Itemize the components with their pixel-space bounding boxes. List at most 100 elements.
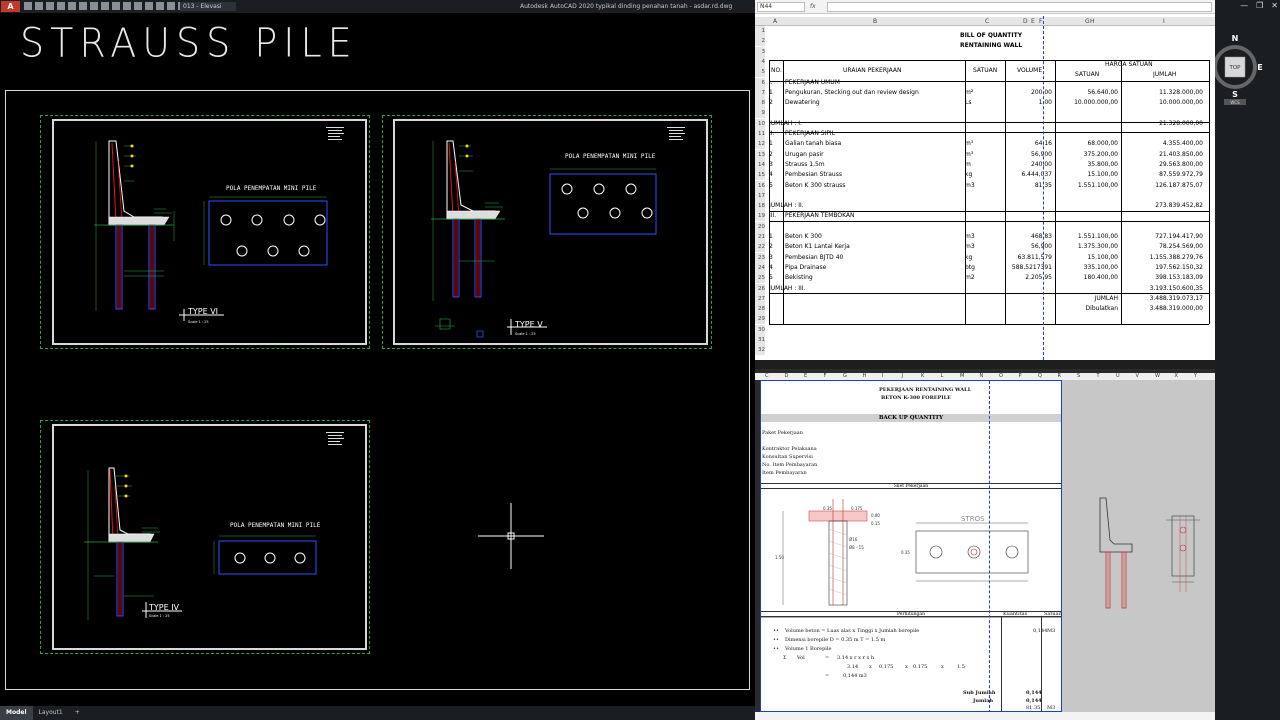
cell-e[interactable]: 68.000,00 bbox=[1055, 139, 1121, 149]
row-number[interactable]: 25 bbox=[755, 273, 765, 284]
cell-f[interactable]: 3.488.319.000,00 bbox=[1121, 304, 1206, 314]
backup-col-header[interactable]: G bbox=[843, 373, 847, 379]
cell-c[interactable]: m bbox=[965, 160, 1005, 170]
cell-d[interactable]: 56,900 bbox=[1005, 150, 1055, 160]
row-number[interactable]: 15 bbox=[755, 170, 765, 181]
cell-d[interactable]: 468,83 bbox=[1005, 232, 1055, 242]
cell-d[interactable]: 56,900 bbox=[1005, 242, 1055, 252]
name-box[interactable]: N44 bbox=[757, 2, 805, 12]
row-number[interactable]: 12 bbox=[755, 139, 765, 150]
col-a[interactable]: A bbox=[773, 18, 777, 25]
backup-col-header[interactable]: I bbox=[882, 373, 883, 379]
backup-col-header[interactable]: L bbox=[941, 373, 944, 379]
row-number[interactable]: 3 bbox=[755, 46, 765, 57]
col-i[interactable]: I bbox=[1163, 18, 1165, 25]
new-icon[interactable] bbox=[24, 2, 32, 10]
col-c[interactable]: C bbox=[985, 18, 989, 25]
save-as-icon[interactable] bbox=[57, 2, 65, 10]
row-number[interactable]: 30 bbox=[755, 324, 765, 335]
cell-b[interactable]: Bekisting bbox=[785, 273, 965, 283]
row-number[interactable]: 23 bbox=[755, 252, 765, 263]
backup-col-header[interactable]: E bbox=[804, 373, 807, 379]
cell-d[interactable]: 2.205,95 bbox=[1005, 273, 1055, 283]
layer-icon[interactable] bbox=[145, 2, 153, 10]
cell-f[interactable]: 3.193.150.600,35 bbox=[1121, 284, 1206, 294]
cell-f[interactable]: 29.563.800,00 bbox=[1121, 160, 1206, 170]
row-number[interactable]: 6 bbox=[755, 77, 765, 88]
row-number[interactable]: 19 bbox=[755, 211, 765, 222]
backup-col-header[interactable]: T bbox=[1097, 373, 1100, 379]
cell-c[interactable]: m³ bbox=[965, 150, 1005, 160]
cell-b[interactable]: Dewatering bbox=[785, 98, 965, 108]
minimize-icon[interactable]: — bbox=[1240, 1, 1248, 10]
row-number[interactable]: 14 bbox=[755, 159, 765, 170]
publish-icon[interactable] bbox=[123, 2, 131, 10]
plot-icon[interactable] bbox=[79, 2, 87, 10]
cell-d[interactable]: 200,00 bbox=[1005, 88, 1055, 98]
cell-b[interactable]: PEKERJAAN SIPIL bbox=[785, 129, 965, 139]
cell-b[interactable]: Beton K 300 strauss bbox=[785, 181, 965, 191]
cell-f[interactable]: 3.488.319.073,17 bbox=[1121, 294, 1206, 304]
cell-f[interactable]: 21.403.850,00 bbox=[1121, 150, 1206, 160]
row-number[interactable]: 9 bbox=[755, 108, 765, 119]
row-number[interactable]: 24 bbox=[755, 262, 765, 273]
row-number[interactable]: 8 bbox=[755, 98, 765, 109]
cell-c[interactable]: Ls bbox=[965, 98, 1005, 108]
col-b[interactable]: B bbox=[873, 18, 877, 25]
cell-e[interactable]: 335.100,00 bbox=[1055, 263, 1121, 273]
backup-col-header[interactable]: U bbox=[1116, 373, 1120, 379]
row-number[interactable]: 32 bbox=[755, 345, 765, 356]
cell-e[interactable]: 1.551.100,00 bbox=[1055, 232, 1121, 242]
row-number[interactable]: 13 bbox=[755, 149, 765, 160]
model-viewport[interactable]: STRAUSS PILE POLA PENEMPATAN MINI PILE T… bbox=[0, 13, 755, 706]
formula-input[interactable] bbox=[827, 2, 1212, 12]
backup-col-header[interactable]: D bbox=[785, 373, 789, 379]
cell-c[interactable]: kg bbox=[965, 170, 1005, 180]
backup-col-header[interactable]: W bbox=[1155, 373, 1160, 379]
cell-b[interactable]: Strauss 1,5m bbox=[785, 160, 965, 170]
cell-b[interactable]: PEKERJAAN UMUM bbox=[785, 78, 965, 88]
cell-d[interactable]: 64,16 bbox=[1005, 139, 1055, 149]
backup-col-header[interactable]: O bbox=[999, 373, 1003, 379]
cell-d[interactable]: 63.811,579 bbox=[1005, 253, 1055, 263]
backup-col-header[interactable]: R bbox=[1058, 373, 1061, 379]
cell-c[interactable]: m3 bbox=[965, 242, 1005, 252]
row-number[interactable]: 5 bbox=[755, 67, 765, 78]
cell-f[interactable]: 4.355.400,00 bbox=[1121, 139, 1206, 149]
backup-col-header[interactable]: K bbox=[921, 373, 924, 379]
cell-f[interactable]: 10.000.000,00 bbox=[1121, 98, 1206, 108]
row-number[interactable]: 2 bbox=[755, 36, 765, 47]
plot2-icon[interactable] bbox=[134, 2, 142, 10]
viewcube[interactable]: TOP N E S WCS bbox=[1215, 30, 1265, 105]
backup-page[interactable]: PEKERJAAN RENTAINING WALL BETON K-300 FO… bbox=[760, 380, 1062, 713]
row-number[interactable]: 22 bbox=[755, 242, 765, 253]
restore-icon[interactable]: ❐ bbox=[1256, 1, 1263, 10]
row-number[interactable]: 27 bbox=[755, 293, 765, 304]
backup-col-header[interactable]: C bbox=[765, 373, 769, 379]
cell-f[interactable]: 126.187.875,07 bbox=[1121, 181, 1206, 191]
cell-d[interactable]: 1,00 bbox=[1005, 98, 1055, 108]
backup-col-header[interactable]: M bbox=[960, 373, 964, 379]
cell-b[interactable]: Urugan pasir bbox=[785, 150, 965, 160]
tab-layout1[interactable]: Layout1 bbox=[33, 706, 69, 720]
cell-c[interactable]: m3 bbox=[965, 181, 1005, 191]
cell-f[interactable]: 273.839.452,82 bbox=[1121, 201, 1206, 211]
cell-f[interactable]: 11.328.000,00 bbox=[1121, 88, 1206, 98]
cell-e[interactable]: 1.551.100,00 bbox=[1055, 181, 1121, 191]
row-number[interactable]: 1 bbox=[755, 26, 765, 36]
col-f[interactable]: F bbox=[1039, 18, 1042, 25]
cell-c[interactable]: btg bbox=[965, 263, 1005, 273]
cell-d[interactable]: 6.444,037 bbox=[1005, 170, 1055, 180]
cell-d[interactable]: 588,5217391 bbox=[1005, 263, 1055, 273]
cell-f[interactable]: 87.559.972,79 bbox=[1121, 170, 1206, 180]
col-g[interactable]: G bbox=[1085, 18, 1090, 25]
backup-col-header[interactable]: Q bbox=[1038, 373, 1042, 379]
undo-icon[interactable] bbox=[90, 2, 98, 10]
compass-e[interactable]: E bbox=[1257, 63, 1262, 72]
workspace-icon[interactable] bbox=[167, 2, 175, 10]
cell-a[interactable]: JUMLAH : I. bbox=[769, 119, 889, 129]
cell-f[interactable]: 398.153.183,09 bbox=[1121, 273, 1206, 283]
backup-col-header[interactable]: H bbox=[863, 373, 867, 379]
cell-e[interactable]: 180.400,00 bbox=[1055, 273, 1121, 283]
sheet-type-vi[interactable]: POLA PENEMPATAN MINI PILE TYPE VI Scale … bbox=[52, 119, 367, 345]
